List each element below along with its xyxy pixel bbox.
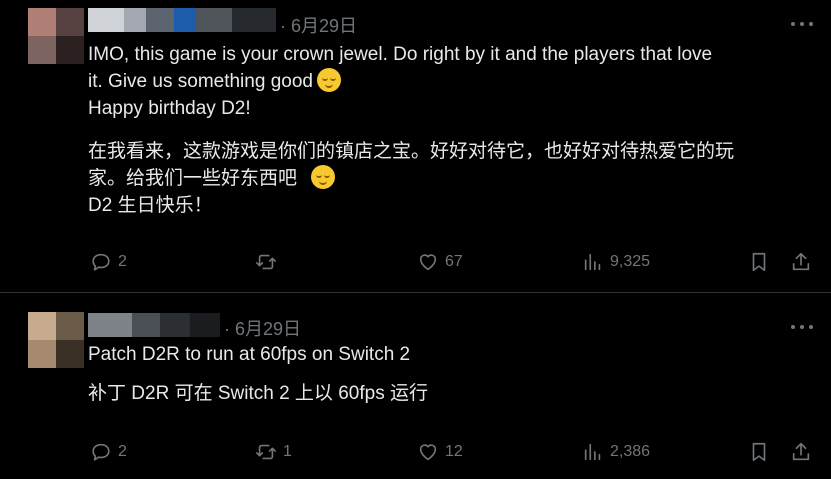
author-name[interactable]	[88, 8, 276, 32]
more-icon[interactable]	[791, 317, 813, 337]
text-line-en-2: it. Give us something good	[88, 68, 811, 95]
author-name[interactable]	[88, 313, 220, 337]
like-count: 67	[445, 253, 463, 270]
like-count: 12	[445, 443, 463, 460]
text-line-zh-2: 家。给我们一些好东西吧	[88, 165, 811, 192]
tweet-date[interactable]: · 6月29日	[280, 12, 357, 38]
views-button[interactable]: 9,325	[582, 250, 650, 274]
text-line-zh-1: 在我看来，这款游戏是你们的镇店之宝。好好对待它，也好好对待热爱它的玩	[88, 141, 735, 162]
share-button[interactable]	[790, 250, 812, 274]
share-icon	[792, 442, 810, 461]
views-count: 9,325	[610, 253, 651, 270]
text-line-zh-1: 补丁 D2R 可在 Switch 2 上以 60fps 运行	[88, 383, 428, 404]
bookmark-button[interactable]	[748, 250, 770, 274]
repost-count: 1	[283, 443, 292, 460]
like-button[interactable]: 12	[417, 440, 463, 464]
repost-button[interactable]: 1	[255, 440, 292, 464]
text-line-en-1: Patch D2R to run at 60fps on Switch 2	[88, 344, 411, 365]
text-line-zh-3: D2 生日快乐！	[88, 195, 213, 216]
repost-button[interactable]	[255, 250, 283, 274]
text-line-en-3: Happy birthday D2!	[88, 98, 251, 119]
text-line-zh-2-content: 家。给我们一些好东西吧	[88, 168, 298, 189]
relieved-face-emoji	[316, 68, 341, 92]
reply-icon	[92, 253, 110, 271]
bookmark-icon	[752, 252, 766, 272]
bookmark-icon	[752, 442, 766, 462]
tweet-text: IMO, this game is your crown jewel. Do r…	[88, 41, 811, 219]
avatar[interactable]	[28, 8, 84, 64]
views-icon	[584, 253, 601, 271]
action-bar: 2 67 9,325	[88, 250, 817, 274]
tweet-text: Patch D2R to run at 60fps on Switch 2 补丁…	[88, 341, 811, 407]
repost-icon	[256, 444, 276, 460]
repost-icon	[256, 254, 276, 270]
heart-icon	[419, 444, 437, 461]
tweet-2[interactable]: · 6月29日 Patch D2R to run at 60fps on Swi…	[0, 293, 831, 479]
bookmark-button[interactable]	[748, 440, 770, 464]
reply-icon	[92, 443, 110, 461]
tweet-date[interactable]: · 6月29日	[224, 315, 301, 341]
views-button[interactable]: 2,386	[582, 440, 650, 464]
share-icon	[792, 252, 810, 271]
more-icon[interactable]	[791, 14, 813, 34]
tweet-1[interactable]: · 6月29日 IMO, this game is your crown jew…	[0, 0, 831, 292]
views-count: 2,386	[610, 443, 651, 460]
text-line-en-1: IMO, this game is your crown jewel. Do r…	[88, 44, 713, 65]
reply-count: 2	[118, 443, 127, 460]
heart-icon	[419, 254, 437, 271]
views-icon	[584, 443, 601, 461]
reply-button[interactable]: 2	[90, 440, 127, 464]
share-button[interactable]	[790, 440, 812, 464]
avatar[interactable]	[28, 312, 84, 368]
relieved-face-emoji	[311, 165, 336, 189]
reply-count: 2	[118, 253, 127, 270]
like-button[interactable]: 67	[417, 250, 463, 274]
reply-button[interactable]: 2	[90, 250, 127, 274]
text-line-en-2-content: it. Give us something good	[88, 71, 313, 92]
action-bar: 2 1 12 2,386	[88, 440, 817, 464]
